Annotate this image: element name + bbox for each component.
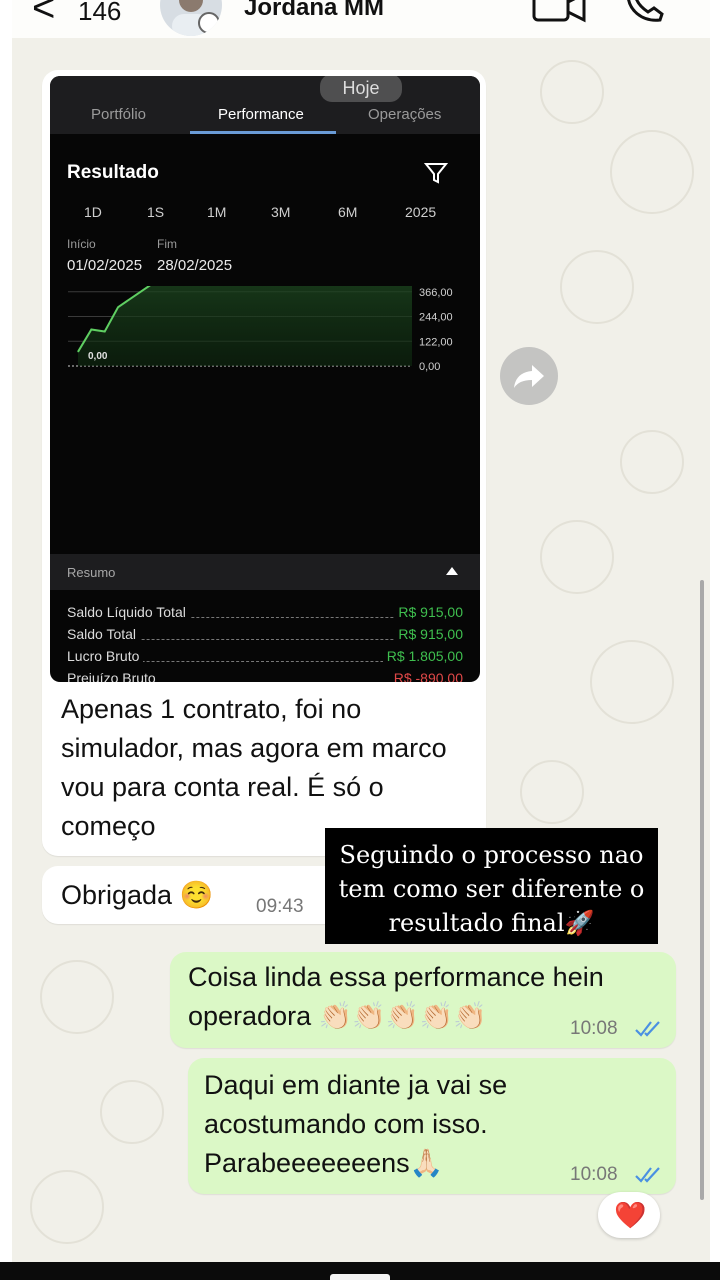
- y-tick-label: 366,00: [419, 287, 453, 299]
- y-tick-label: 122,00: [419, 336, 453, 348]
- summary-row-value: R$ 1.805,00: [382, 648, 463, 664]
- period-2025[interactable]: 2025: [405, 204, 436, 220]
- overlay-caption: Seguindo o processo nao tem como ser dif…: [325, 828, 658, 944]
- unread-count[interactable]: 146: [78, 0, 121, 27]
- read-ticks-icon: [635, 1167, 660, 1183]
- data-point: [77, 351, 79, 353]
- summary-label: Resumo: [67, 565, 116, 580]
- read-ticks-icon: [635, 1021, 660, 1037]
- date-chip: Hoje: [320, 76, 402, 102]
- data-point: [104, 331, 106, 333]
- tab-performance[interactable]: Performance: [218, 106, 304, 123]
- scrollbar[interactable]: [700, 580, 704, 1200]
- filter-icon[interactable]: [424, 162, 448, 184]
- home-indicator[interactable]: [330, 1274, 390, 1280]
- period-3m[interactable]: 3M: [271, 204, 290, 220]
- avatar[interactable]: [160, 0, 222, 36]
- phone-call-icon[interactable]: [622, 0, 668, 24]
- reaction-badge[interactable]: ❤️: [598, 1192, 660, 1238]
- zero-label: 0,00: [88, 351, 108, 362]
- data-point: [90, 328, 92, 330]
- tab-portfolio[interactable]: Portfólio: [91, 106, 146, 123]
- area-fill: [78, 286, 412, 366]
- message-time: 10:08: [570, 1164, 618, 1185]
- summary-row-value: R$ -890,00: [389, 670, 463, 682]
- image-caption: Apenas 1 contrato, foi no simulador, mas…: [61, 694, 447, 841]
- y-tick-label: 244,00: [419, 312, 453, 324]
- message-time: 10:08: [570, 1018, 618, 1039]
- period-1m[interactable]: 1M: [207, 204, 226, 220]
- result-title: Resultado: [67, 162, 159, 183]
- data-point: [117, 306, 119, 308]
- y-tick-label: 0,00: [419, 361, 440, 373]
- screenshot-tabs: Portfólio Performance Operações: [50, 76, 480, 134]
- message-text: Obrigada ☺️: [61, 880, 214, 910]
- summary-row-label: Prejuízo Bruto: [67, 670, 160, 682]
- heart-reaction-icon: ❤️: [614, 1200, 647, 1230]
- summary-row: Saldo Líquido Total R$ 915,00: [67, 604, 463, 624]
- summary-row: Saldo Total R$ 915,00: [67, 626, 463, 646]
- period-1s[interactable]: 1S: [147, 204, 164, 220]
- summary-row-label: Saldo Líquido Total: [67, 604, 190, 620]
- tab-operacoes[interactable]: Operações: [368, 106, 441, 123]
- period-1d[interactable]: 1D: [84, 204, 102, 220]
- frame-edge-left: [0, 0, 12, 1280]
- shared-screenshot[interactable]: Portfólio Performance Operações Resultad…: [50, 76, 480, 682]
- back-icon[interactable]: <: [32, 0, 55, 31]
- end-date: 28/02/2025: [157, 257, 233, 274]
- frame-edge-right: [710, 0, 720, 1280]
- video-call-icon[interactable]: [532, 0, 588, 24]
- summary-row-label: Lucro Bruto: [67, 648, 144, 664]
- summary-row: Lucro Bruto R$ 1.805,00: [67, 648, 463, 668]
- active-tab-indicator: [190, 131, 336, 134]
- message-time: 09:43: [256, 896, 304, 917]
- contact-name[interactable]: Jordana MM: [244, 0, 384, 22]
- summary-row-value: R$ 915,00: [394, 626, 463, 642]
- forward-arrow-icon: [514, 365, 544, 388]
- summary-row-value: R$ 915,00: [394, 604, 463, 620]
- summary-row: Prejuízo Bruto R$ -890,00: [67, 670, 463, 682]
- start-label: Início: [67, 237, 96, 251]
- end-label: Fim: [157, 237, 177, 251]
- overlay-caption-text: Seguindo o processo nao tem como ser dif…: [338, 841, 645, 937]
- performance-chart: 976,00854,00732,00610,00488,00366,00244,…: [68, 286, 453, 373]
- start-date: 01/02/2025: [67, 257, 143, 274]
- forward-button[interactable]: [500, 347, 558, 405]
- chat-header: < 146 Jordana MM: [12, 0, 710, 38]
- period-6m[interactable]: 6M: [338, 204, 357, 220]
- status-ring-icon: [198, 12, 220, 34]
- summary-row-label: Saldo Total: [67, 626, 141, 642]
- summary-header[interactable]: Resumo: [50, 554, 480, 590]
- collapse-triangle-icon[interactable]: [446, 567, 458, 575]
